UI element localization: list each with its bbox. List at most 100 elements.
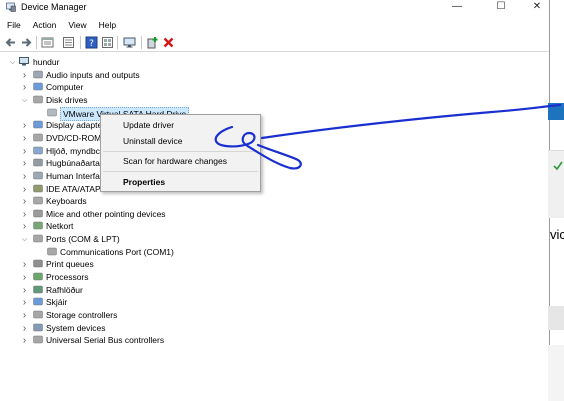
tree-item-label: Rafhlöður — [46, 284, 83, 295]
toolbar-separator — [80, 36, 81, 49]
collapse-chevron-icon[interactable]: ⌵ — [21, 236, 28, 243]
toolbar: ? — [0, 33, 549, 52]
tree-item-label: Disk drives — [46, 94, 88, 105]
expand-chevron-icon[interactable]: › — [21, 336, 28, 346]
svg-text:?: ? — [89, 39, 94, 49]
background-panel — [548, 178, 564, 218]
forward-arrow-icon[interactable] — [20, 36, 33, 49]
update-driver-menu-item[interactable]: Update driver — [123, 119, 174, 131]
tree-item-label: Hljóð, myndbc — [46, 145, 100, 156]
expand-chevron-icon[interactable]: › — [21, 222, 28, 232]
tree-item-label: Storage controllers — [46, 310, 118, 320]
device-manager-window: Device Manager — ☐ ✕ File Action View He… — [0, 0, 550, 401]
device-category-icon — [33, 95, 43, 104]
device-category-icon — [33, 323, 43, 331]
toolbar-separator — [141, 36, 142, 49]
context-menu-separator — [103, 151, 258, 152]
device-manager-app-icon — [6, 2, 16, 12]
expand-chevron-icon[interactable]: › — [21, 171, 28, 181]
title-bar: Device Manager — ☐ ✕ — [0, 0, 549, 17]
menu-file[interactable]: File — [0, 18, 27, 32]
menu-bar: File Action View Help — [0, 18, 122, 32]
device-category-icon — [33, 184, 43, 192]
collapse-chevron-icon[interactable]: ⌵ — [21, 97, 28, 104]
tree-item-label: Processors — [46, 272, 89, 283]
collapse-chevron-icon[interactable]: ⌵ — [9, 59, 16, 66]
uninstall-x-icon[interactable] — [162, 36, 175, 49]
device-category-icon — [33, 222, 43, 230]
expand-chevron-icon[interactable]: › — [21, 260, 28, 270]
device-category-icon — [33, 133, 43, 142]
tree-item-label: Hugbúnaðarta — [46, 158, 100, 169]
tree-item-label: Keyboards — [46, 196, 87, 207]
device-category-icon — [33, 272, 43, 281]
properties-menu-item[interactable]: Properties — [123, 176, 165, 188]
expand-chevron-icon[interactable]: › — [21, 298, 28, 308]
tree-item-label: Skjáir — [46, 297, 68, 308]
device-category-icon — [47, 108, 57, 116]
device-category-icon — [33, 260, 43, 268]
maximize-button[interactable]: ☐ — [485, 0, 517, 15]
device-category-icon — [33, 171, 43, 180]
minimize-button[interactable]: — — [441, 0, 473, 15]
device-category-icon — [33, 83, 43, 91]
tree-item-label: System devices — [46, 322, 106, 333]
close-button[interactable]: ✕ — [521, 0, 549, 15]
device-category-icon — [33, 298, 43, 306]
device-category-icon — [33, 158, 43, 167]
properties-icon[interactable] — [41, 36, 54, 49]
computer-icon — [19, 57, 29, 66]
tree-item-label: Audio inputs and outputs — [46, 69, 140, 80]
device-category-icon — [33, 196, 43, 205]
expand-chevron-icon[interactable]: › — [21, 209, 28, 219]
tree-root-label: hundur — [33, 57, 60, 67]
enable-device-icon[interactable] — [146, 36, 159, 49]
tree-item-label: DVD/CD-ROM — [46, 132, 102, 143]
expand-chevron-icon[interactable]: › — [21, 146, 28, 156]
expand-chevron-icon[interactable]: › — [21, 311, 28, 321]
device-category-icon — [33, 336, 43, 344]
display-icon[interactable] — [123, 36, 136, 49]
expand-chevron-icon[interactable]: › — [21, 197, 28, 207]
expand-chevron-icon[interactable]: › — [21, 159, 28, 169]
expand-chevron-icon[interactable]: › — [21, 121, 28, 131]
tree-item-label: Universal Serial Bus controllers — [46, 335, 165, 346]
tree-item-label: Mice and other pointing devices — [46, 208, 166, 219]
device-category-icon — [47, 247, 57, 255]
background-panel — [548, 306, 564, 330]
menu-action[interactable]: Action — [27, 18, 63, 32]
back-arrow-icon[interactable] — [4, 36, 17, 49]
device-category-icon — [33, 146, 43, 154]
device-category-icon — [33, 285, 43, 293]
scan-hardware-menu-item[interactable]: Scan for hardware changes — [123, 155, 227, 167]
expand-chevron-icon[interactable]: › — [21, 83, 28, 93]
help-icon[interactable]: ? — [85, 36, 98, 49]
expand-chevron-icon[interactable]: › — [21, 273, 28, 283]
background-panel — [548, 345, 564, 401]
background-blue-bar — [548, 103, 564, 120]
background-window: vic — [548, 0, 564, 401]
expand-chevron-icon[interactable]: › — [21, 184, 28, 194]
tree-item-label: Communications Port (COM1) — [60, 246, 174, 257]
device-category-icon — [33, 121, 43, 129]
tree-item-label: Display adapte — [46, 120, 103, 131]
view-icon[interactable] — [62, 36, 75, 49]
device-category-icon — [33, 70, 43, 78]
expand-chevron-icon[interactable]: › — [21, 285, 28, 295]
expand-chevron-icon[interactable]: › — [21, 133, 28, 143]
expand-chevron-icon[interactable]: › — [21, 323, 28, 333]
toolbar-separator — [36, 36, 37, 49]
menu-view[interactable]: View — [62, 18, 92, 32]
device-category-icon — [33, 310, 43, 319]
context-menu: Update driver Uninstall device Scan for … — [100, 114, 261, 192]
tree-item-label: Print queues — [46, 259, 94, 270]
context-menu-separator — [103, 171, 258, 172]
window-title: Device Manager — [21, 2, 87, 12]
device-category-icon — [33, 209, 43, 218]
tree-item-label: Human Interfa — [46, 170, 100, 181]
uninstall-device-menu-item[interactable]: Uninstall device — [123, 135, 183, 147]
menu-help[interactable]: Help — [93, 18, 122, 32]
view-list-icon[interactable] — [101, 36, 114, 49]
expand-chevron-icon[interactable]: › — [21, 70, 28, 80]
toolbar-separator — [117, 36, 118, 49]
